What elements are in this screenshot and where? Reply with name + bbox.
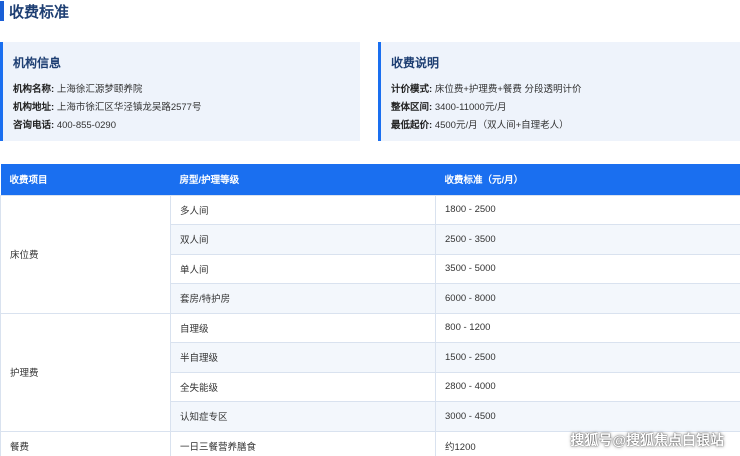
care-level-cell: 全失能级 [170,371,436,402]
meal-type-cell: 一日三餐营养膳食 [170,430,436,456]
table-row: 护理费 自理级 800 - 1200 [0,312,740,432]
institution-phone-label: 咨询电话: [13,120,55,131]
price-cell: 1800 - 2500 [435,194,740,225]
fee-notes-title: 收费说明 [391,56,440,70]
price-cell: 1500 - 2500 [435,342,740,373]
title-accent-bar [0,1,4,21]
pricing-mode-label: 计价模式: [391,84,433,95]
min-price: 4500元/月（双人间+自理老人） [434,120,569,131]
room-type-cell: 单人间 [170,253,436,284]
room-type-cell: 多人间 [170,194,436,225]
price-cell: 2800 - 4000 [435,371,740,402]
fee-notes-card: 收费说明 计价模式: 床位费+护理费+餐费 分段透明计价 整体区间: 3400-… [378,42,740,141]
institution-address-label: 机构地址: [13,102,55,113]
price-range-label: 整体区间: [391,102,433,113]
care-level-cell: 自理级 [170,312,436,343]
fee-table: 收费项目 房型/护理等级 收费标准（元/月） 床位费 多人间 1800 - 25… [0,164,740,456]
fee-table-header-row: 收费项目 房型/护理等级 收费标准（元/月） [0,164,740,195]
institution-name-label: 机构名称: [13,84,55,95]
page-header: 收费标准 [0,0,69,22]
pricing-mode-line: 计价模式: 床位费+护理费+餐费 分段透明计价 [391,81,740,99]
category-cell: 餐费 [0,430,171,456]
page-title: 收费标准 [9,3,70,21]
institution-name-line: 机构名称: 上海徐汇源梦颐养院 [13,81,360,99]
header-room-care-level: 房型/护理等级 [170,164,436,195]
institution-address: 上海市徐汇区华泾镇龙吴路2577号 [56,102,202,113]
room-type-cell: 双人间 [170,224,436,255]
care-level-cell: 认知症专区 [170,401,436,432]
care-level-cell: 半自理级 [170,342,436,373]
price-cell: 3500 - 5000 [435,253,740,284]
price-cell: 6000 - 8000 [435,283,740,314]
watermark: 搜狐号@搜狐焦点白银站 [570,432,724,448]
price-cell: 800 - 1200 [435,312,740,343]
price-cell: 2500 - 3500 [435,224,740,255]
institution-address-line: 机构地址: 上海市徐汇区华泾镇龙吴路2577号 [13,99,360,117]
pricing-mode: 床位费+护理费+餐费 分段透明计价 [434,84,582,95]
institution-phone-line: 咨询电话: 400-855-0290 [13,117,360,135]
min-price-label: 最低起价: [391,120,433,131]
institution-info-title: 机构信息 [13,56,62,70]
category-cell: 护理费 [0,312,171,432]
header-fee-item: 收费项目 [0,164,171,195]
category-cell: 床位费 [0,194,171,314]
header-fee-standard: 收费标准（元/月） [435,164,740,195]
price-range-line: 整体区间: 3400-11000元/月 [391,99,740,117]
table-row: 床位费 多人间 1800 - 2500 [0,194,740,314]
price-cell: 3000 - 4500 [435,401,740,432]
min-price-line: 最低起价: 4500元/月（双人间+自理老人） [391,117,740,135]
room-type-cell: 套房/特护房 [170,283,436,314]
institution-phone[interactable]: 400-855-0290 [57,120,116,131]
institution-name: 上海徐汇源梦颐养院 [56,84,143,95]
institution-info-card: 机构信息 机构名称: 上海徐汇源梦颐养院 机构地址: 上海市徐汇区华泾镇龙吴路2… [0,42,360,141]
price-range: 3400-11000元/月 [434,102,507,113]
